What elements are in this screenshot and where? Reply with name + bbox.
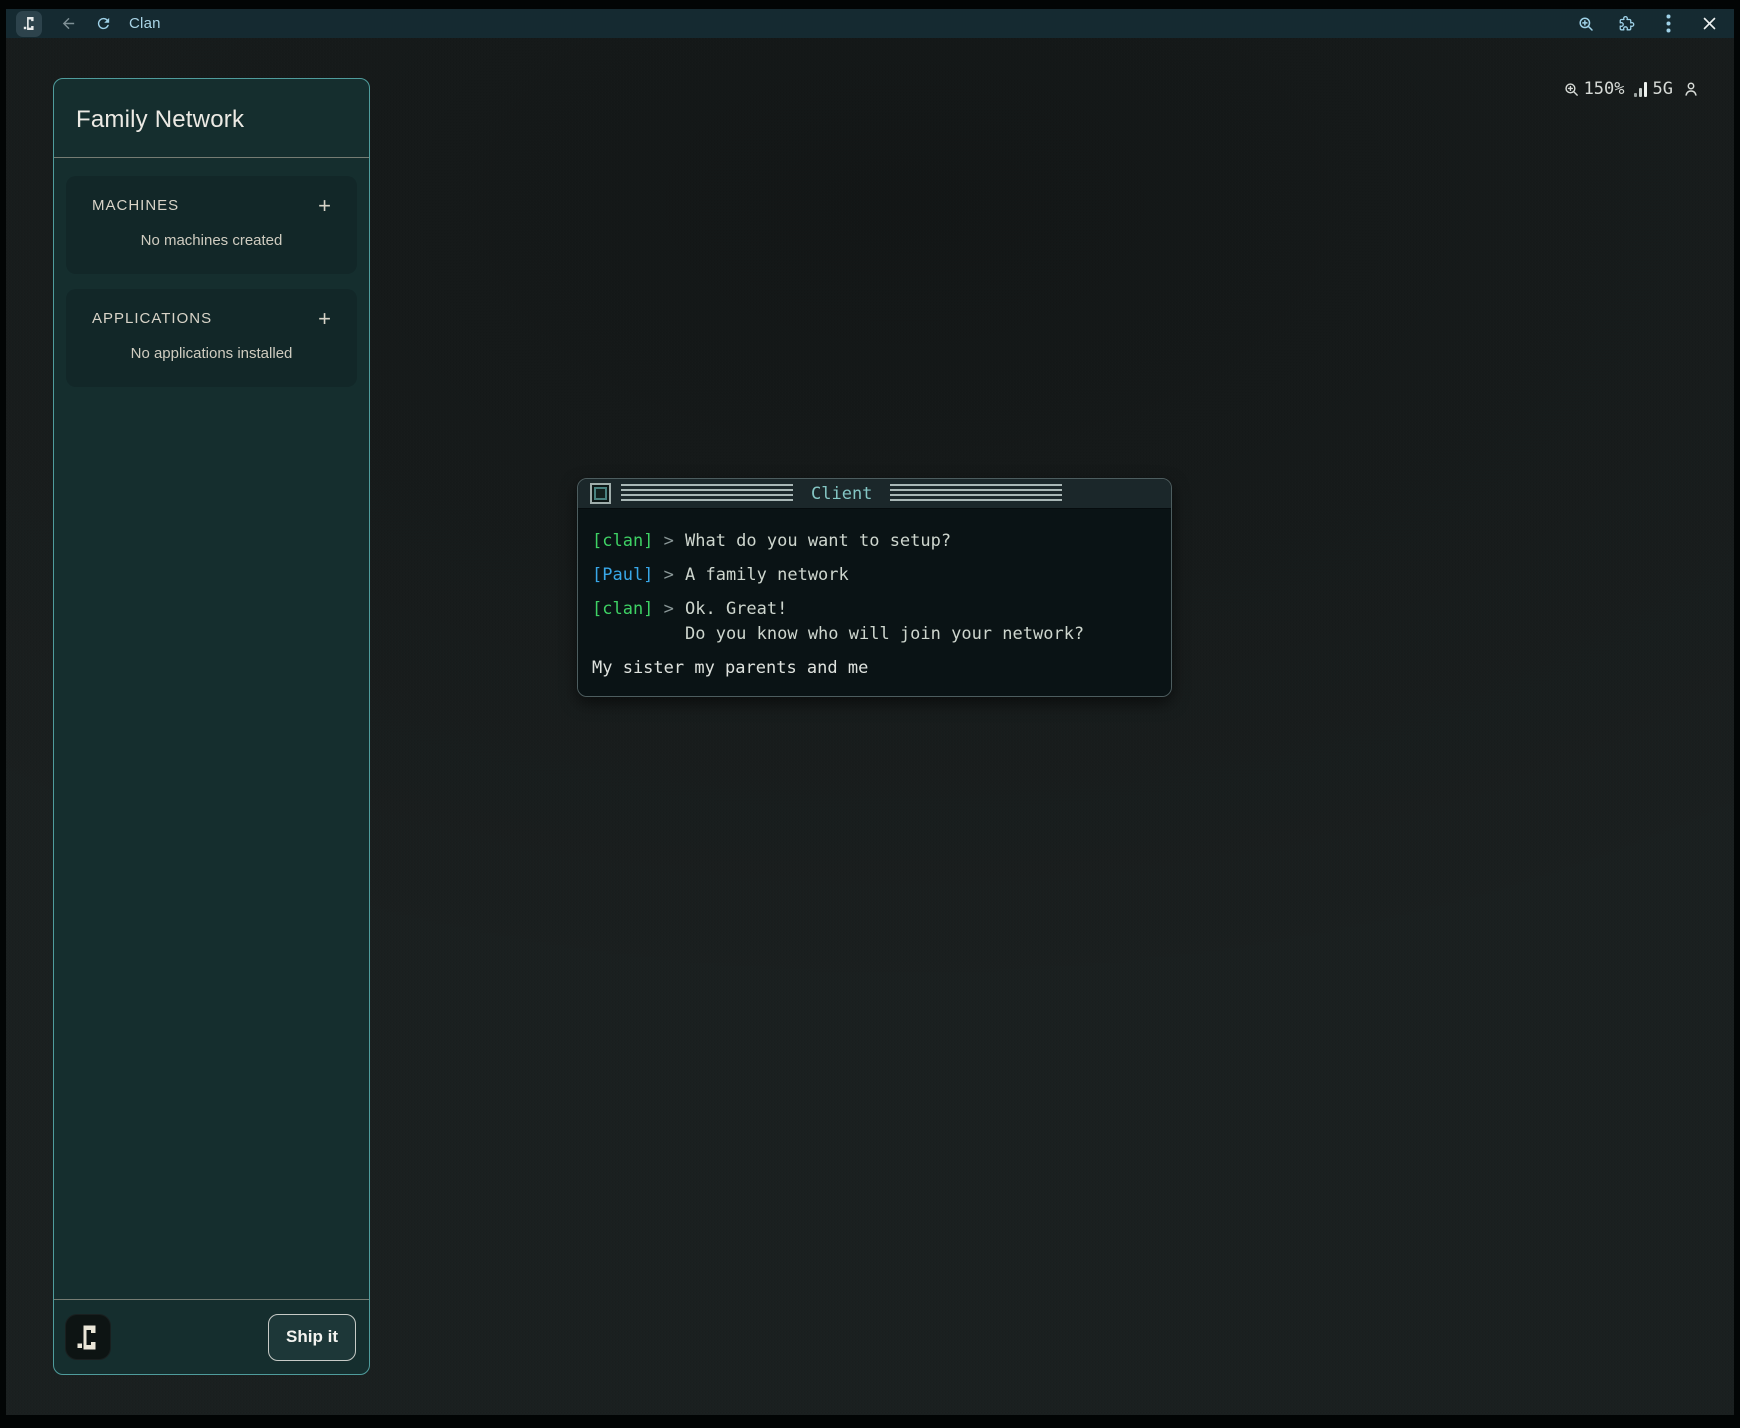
magnifier-plus-icon [1563,81,1580,98]
add-machine-button[interactable]: + [318,198,331,214]
zoom-level-text: 150% [1584,79,1625,99]
tab-title: Clan [129,15,161,32]
machines-label: MACHINES [92,197,179,214]
clan-app-icon[interactable] [16,11,42,37]
app-window: Clan [6,9,1734,1415]
speaker-tag: [clan] [592,599,653,619]
message-text: What do you want to setup? [685,529,951,554]
clan-logo-icon [23,16,36,31]
machines-card: MACHINES + No machines created [66,176,357,274]
page-zoom-icon[interactable] [1577,15,1595,33]
message-text: Do you know who will join your network? [685,622,1084,647]
terminal-message: [Paul] >A family network [592,563,1157,588]
person-icon[interactable] [1682,80,1700,98]
close-window-icon[interactable] [1700,15,1718,33]
client-terminal: [clan] >What do you want to setup? [Paul]… [578,509,1171,696]
client-window: Client [clan] >What do you want to setup… [577,478,1172,697]
panel-header: Family Network [54,79,369,158]
terminal-message: [clan] >Ok. Great!Do you know who will j… [592,597,1157,647]
machines-empty-text: No machines created [92,232,331,249]
family-network-panel: Family Network MACHINES + No machines cr… [53,78,370,1375]
terminal-input-line[interactable]: My sister my parents and me [592,656,1157,681]
zoom-indicator: 150% [1563,79,1625,99]
terminal-message: [clan] >What do you want to setup? [592,529,1157,554]
status-hud: 150% 5G [1563,79,1700,99]
add-application-button[interactable]: + [318,311,331,327]
reload-icon[interactable] [94,15,112,33]
ship-it-button[interactable]: Ship it [268,1314,356,1361]
signal-bars-icon [1634,82,1647,97]
titlebar-stripes [621,484,793,503]
network-text: 5G [1653,79,1673,99]
client-titlebar[interactable]: Client [578,479,1171,509]
back-icon[interactable] [59,15,77,33]
extensions-puzzle-icon[interactable] [1618,15,1636,33]
titlebar-stripes [890,484,1062,503]
window-close-box[interactable] [590,483,611,504]
message-text: Ok. Great! [685,597,787,622]
speaker-tag: [Paul] [592,565,653,585]
browser-topbar: Clan [6,9,1734,38]
clan-logo-icon [76,1324,100,1351]
panel-footer: Ship it [54,1299,369,1374]
clan-logo [65,1314,111,1360]
network-indicator: 5G [1634,79,1673,99]
applications-empty-text: No applications installed [92,345,331,362]
message-text: A family network [685,563,849,588]
panel-title: Family Network [76,106,347,134]
applications-label: APPLICATIONS [92,310,212,327]
client-messages: [clan] >What do you want to setup? [Paul]… [592,529,1157,647]
applications-card: APPLICATIONS + No applications installed [66,289,357,387]
kebab-menu-icon[interactable] [1659,15,1677,33]
client-window-title: Client [803,484,880,504]
desktop-area: 150% 5G Family Network MACHINES + [6,38,1734,1415]
speaker-tag: [clan] [592,531,653,551]
